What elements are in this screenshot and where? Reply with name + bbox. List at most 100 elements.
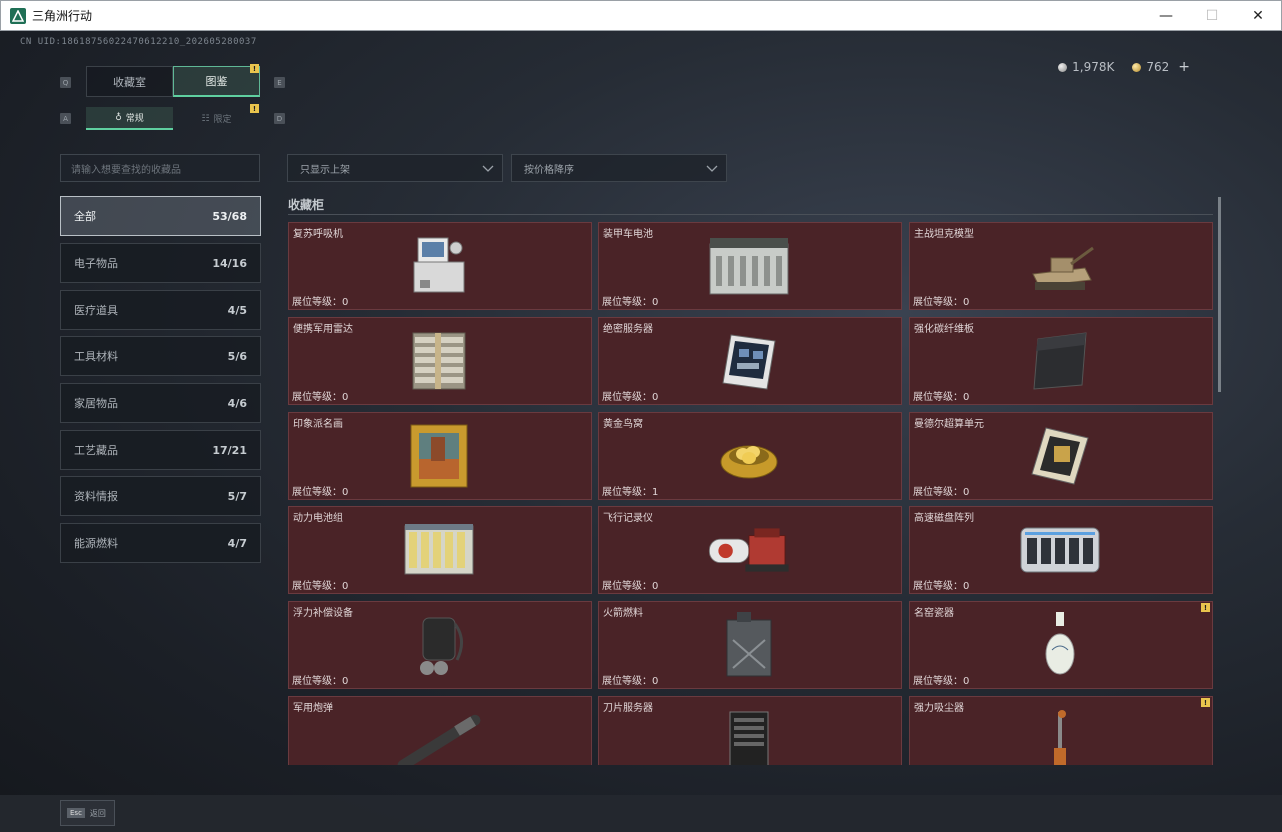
category-label: 工艺藏品 [74, 444, 118, 457]
collection-card[interactable]: 军用炮弹 [288, 696, 592, 765]
card-level: 展位等级：0 [602, 388, 658, 403]
vacuum-icon [1015, 705, 1105, 765]
card-name: 复苏呼吸机 [293, 229, 343, 240]
collection-card[interactable]: 曼德尔超算单元 展位等级：0 [909, 412, 1213, 500]
category-count: 5/7 [227, 489, 247, 503]
category-item[interactable]: 工具材料 5/6 [60, 336, 261, 376]
collection-card[interactable]: 绝密服务器展位等级：0 [598, 317, 902, 405]
back-button[interactable]: Esc 返回 [60, 800, 115, 826]
card-level-value: 0 [652, 581, 659, 592]
collection-card[interactable]: 印象派名画 展位等级：0 [288, 412, 592, 500]
category-label: 全部 [74, 210, 96, 223]
card-name: 绝密服务器 [603, 324, 653, 335]
category-item[interactable]: 电子物品 14/16 [60, 243, 261, 283]
card-level-label: 展位等级： [913, 676, 963, 687]
category-item[interactable]: 全部 53/68 [60, 196, 261, 236]
maximize-button[interactable]: ☐ [1189, 1, 1235, 31]
collection-card[interactable]: 名窑瓷器展位等级：0! [909, 601, 1213, 689]
painting-icon [394, 421, 484, 491]
category-label: 家居物品 [74, 397, 118, 410]
collection-card[interactable]: 浮力补偿设备 展位等级：0 [288, 601, 592, 689]
card-level-value: 0 [963, 297, 970, 308]
card-level-value: 0 [652, 297, 659, 308]
collection-card[interactable]: 高速磁盘阵列 展位等级：0 [909, 506, 1213, 594]
card-level-value: 0 [963, 487, 970, 498]
category-label: 资料情报 [74, 490, 118, 503]
key-e-hint: E [274, 77, 285, 88]
collection-card[interactable]: 动力电池组 展位等级：0 [288, 506, 592, 594]
collection-card[interactable]: 强力吸尘器! [909, 696, 1213, 765]
shelf-filter-select[interactable]: 只显示上架 [287, 154, 503, 182]
collection-card[interactable]: 复苏呼吸机展位等级：0 [288, 222, 592, 310]
category-item[interactable]: 医疗道具 4/5 [60, 290, 261, 330]
card-level: 展位等级：0 [913, 672, 969, 687]
category-count: 17/21 [212, 443, 247, 457]
card-name: 曼德尔超算单元 [914, 419, 984, 430]
card-name: 名窑瓷器 [914, 608, 954, 619]
minimize-button[interactable]: — [1143, 1, 1189, 31]
new-badge: ! [1201, 603, 1210, 612]
category-item[interactable]: 工艺藏品 17/21 [60, 430, 261, 470]
card-level: 展位等级：0 [292, 388, 348, 403]
tab-catalog-badge: ! [250, 64, 259, 73]
flame-icon: ♁ [115, 112, 122, 123]
vase-icon [1015, 610, 1105, 680]
collection-card[interactable]: 飞行记录仪 展位等级：0 [598, 506, 902, 594]
collection-card[interactable]: 黄金鸟窝 展位等级：1 [598, 412, 902, 500]
currency-silver: 1,978K [1058, 60, 1114, 74]
collection-card[interactable]: 便携军用雷达 展位等级：0 [288, 317, 592, 405]
card-name: 强力吸尘器 [914, 703, 964, 714]
category-count: 4/7 [227, 536, 247, 550]
collection-card[interactable]: 刀片服务器 [598, 696, 902, 765]
card-level: 展位等级：0 [292, 293, 348, 308]
subtab-limited-badge: ! [250, 104, 259, 113]
category-item[interactable]: 能源燃料 4/7 [60, 523, 261, 563]
card-level-label: 展位等级： [292, 392, 342, 403]
collection-card[interactable]: 主战坦克模型 展位等级：0 [909, 222, 1213, 310]
card-level-value: 1 [652, 487, 659, 498]
card-level-value: 0 [652, 392, 659, 403]
subtab-limited-label: 限定 [213, 115, 232, 125]
card-name: 军用炮弹 [293, 703, 333, 714]
category-count: 5/6 [227, 349, 247, 363]
sort-select[interactable]: 按价格降序 [511, 154, 727, 182]
grid-scrollbar[interactable] [1218, 197, 1221, 392]
collection-card[interactable]: 装甲车电池 展位等级：0 [598, 222, 902, 310]
collection-card[interactable]: 火箭燃料 展位等级：0 [598, 601, 902, 689]
currency-silver-value: 1,978K [1072, 60, 1115, 74]
sort-value: 按价格降序 [524, 164, 574, 176]
collection-card[interactable]: 强化碳纤维板 展位等级：0 [909, 317, 1213, 405]
close-button[interactable]: ✕ [1235, 1, 1281, 31]
section-divider [288, 214, 1213, 215]
card-name: 强化碳纤维板 [914, 324, 974, 335]
category-count: 53/68 [212, 209, 247, 223]
card-level-label: 展位等级： [602, 676, 652, 687]
category-item[interactable]: 资料情报 5/7 [60, 476, 261, 516]
silver-coin-icon [1058, 62, 1068, 72]
tab-catalog[interactable]: 图鉴 [173, 66, 260, 97]
card-level: 展位等级：0 [602, 672, 658, 687]
card-name: 印象派名画 [293, 419, 343, 430]
key-d-hint: D [274, 113, 285, 124]
back-label: 返回 [89, 808, 106, 818]
category-item[interactable]: 家居物品 4/6 [60, 383, 261, 423]
key-q-hint: Q [60, 77, 71, 88]
limited-icon: ☷ [201, 113, 210, 124]
card-name: 浮力补偿设备 [293, 608, 353, 619]
card-level-label: 展位等级： [602, 581, 652, 592]
card-level-label: 展位等级： [913, 392, 963, 403]
card-level-label: 展位等级： [602, 297, 652, 308]
subtab-limited[interactable]: ☷ 限定 [173, 107, 260, 130]
category-label: 能源燃料 [74, 537, 118, 550]
subtab-regular[interactable]: ♁ 常规 [86, 107, 173, 130]
add-currency-button[interactable]: + [1178, 59, 1190, 75]
flight-recorder-icon [704, 515, 794, 585]
chevron-down-icon [482, 165, 494, 172]
blade-server-icon [704, 705, 794, 765]
card-level-value: 0 [342, 487, 349, 498]
card-level-value: 0 [342, 297, 349, 308]
search-input[interactable]: 请输入想要查找的收藏品 [60, 154, 260, 182]
tab-collection-room[interactable]: 收藏室 [86, 66, 173, 97]
card-name: 高速磁盘阵列 [914, 513, 974, 524]
card-level: 展位等级：0 [602, 577, 658, 592]
